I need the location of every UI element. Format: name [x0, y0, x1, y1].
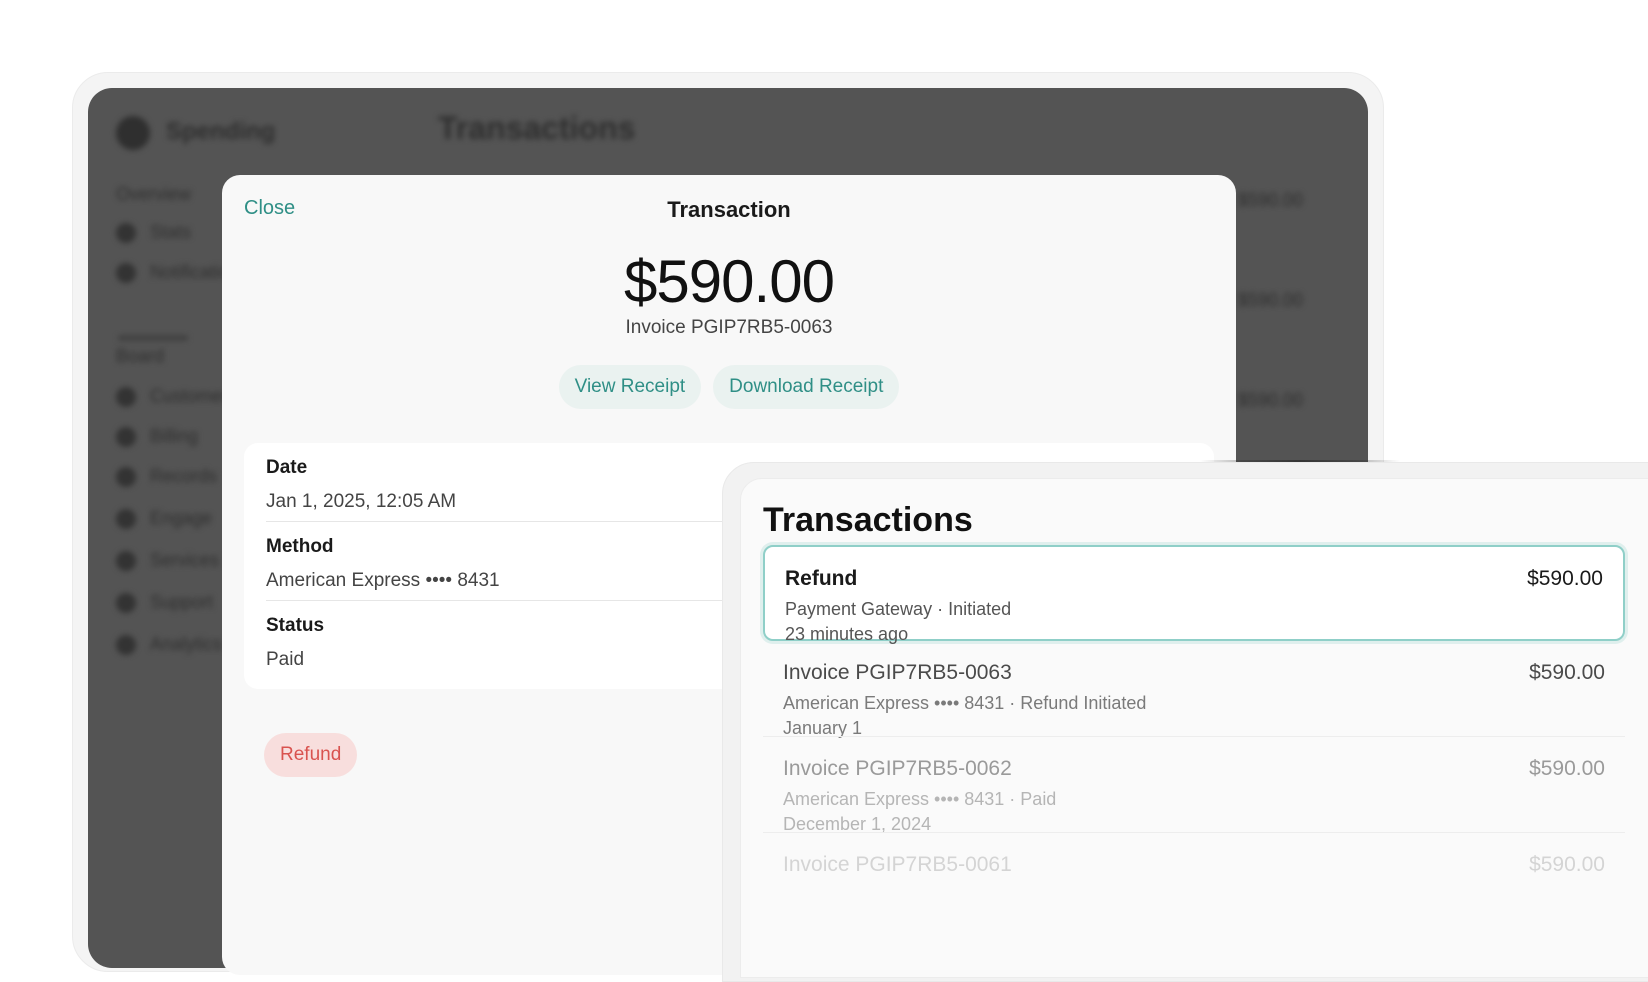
transaction-subtitle: American Express •••• 8431 · Paid	[783, 789, 1057, 809]
transaction-row[interactable]: Invoice PGIP7RB5-0063 $590.00 American E…	[763, 641, 1625, 738]
transaction-row[interactable]: Invoice PGIP7RB5-0062 $590.00 American E…	[763, 737, 1625, 834]
transaction-subtitle: Payment Gateway · Initiated	[785, 599, 1012, 619]
background-amount: $590.00	[1238, 390, 1304, 410]
transaction-amount: $590.00	[1529, 757, 1605, 780]
transactions-panel: Transactions Refund $590.00 Payment Gate…	[740, 478, 1648, 978]
brand-name: Spending	[166, 118, 276, 145]
sidebar-item-icon	[116, 262, 136, 283]
sidebar-item-icon	[116, 550, 136, 571]
sidebar-item: Records	[116, 466, 217, 487]
transaction-subtitle: American Express •••• 8431 · Refund Init…	[783, 693, 1147, 713]
modal-title: Transaction	[667, 197, 791, 222]
sidebar-item: Stats	[116, 222, 191, 243]
sidebar-item-icon	[116, 592, 136, 613]
sidebar-item: Billing	[116, 426, 198, 447]
transaction-title: Refund	[785, 567, 858, 590]
receipt-actions: View Receipt Download Receipt	[222, 365, 1236, 409]
sidebar-item: Services	[116, 550, 219, 571]
sidebar-item: Analytics	[116, 634, 222, 655]
sidebar-item: Customers	[116, 386, 237, 407]
background-amount: $590.00	[1238, 190, 1304, 210]
transaction-row[interactable]: Invoice PGIP7RB5-0061 $590.00	[763, 833, 1625, 929]
sidebar-item-icon	[116, 386, 136, 407]
background-page-title: Transactions	[438, 110, 636, 146]
transaction-row-selected[interactable]: Refund $590.00 Payment Gateway · Initiat…	[763, 545, 1625, 644]
sidebar-section-label: Overview	[116, 184, 192, 204]
transaction-amount: $590.00	[1527, 567, 1603, 590]
sidebar-section-label: Board	[116, 346, 165, 366]
detail-divider	[266, 521, 726, 522]
transaction-title: Invoice PGIP7RB5-0061	[783, 853, 1012, 876]
transaction-amount: $590.00	[1529, 853, 1605, 876]
panel-title: Transactions	[763, 501, 973, 539]
detail-divider	[266, 600, 726, 601]
invoice-number: Invoice PGIP7RB5-0063	[625, 317, 833, 338]
transaction-title: Invoice PGIP7RB5-0063	[783, 661, 1012, 684]
sidebar-item: Support	[116, 592, 213, 613]
background-amount: $590.00	[1238, 290, 1304, 310]
sidebar-item: Engage	[116, 508, 212, 529]
sidebar-item-icon	[116, 508, 136, 529]
transaction-amount: $590.00	[1529, 661, 1605, 684]
sidebar-item-icon	[116, 426, 136, 447]
refund-button[interactable]: Refund	[264, 733, 358, 777]
sidebar-divider	[118, 336, 188, 340]
transaction-title: Invoice PGIP7RB5-0062	[783, 757, 1012, 780]
brand-logo-icon	[116, 116, 150, 150]
sidebar-item-icon	[116, 466, 136, 487]
sidebar-item-icon	[116, 222, 136, 243]
sidebar-item-icon	[116, 634, 136, 655]
view-receipt-button[interactable]: View Receipt	[558, 365, 702, 409]
transaction-amount: $590.00	[624, 248, 835, 315]
download-receipt-button[interactable]: Download Receipt	[713, 365, 900, 409]
